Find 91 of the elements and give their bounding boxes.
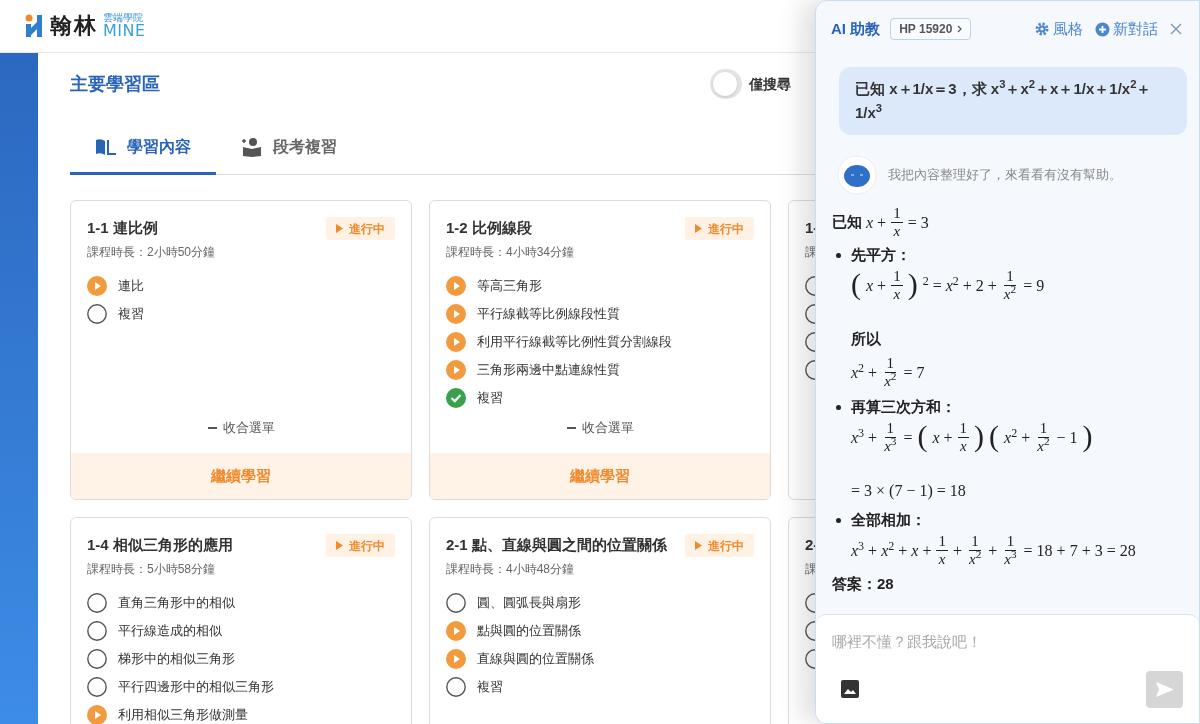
- bot-intro: 我把內容整理好了，來看看有沒有幫助。: [888, 166, 1122, 185]
- send-icon: [1155, 682, 1174, 697]
- bullet-icon: [836, 252, 841, 258]
- given-label: 已知: [832, 212, 862, 233]
- collapse-menu-button[interactable]: 收合選單: [207, 418, 275, 438]
- panel-title: AI 助教: [831, 18, 881, 39]
- empty-circle-icon: [87, 593, 107, 613]
- play-icon: [446, 649, 466, 669]
- lesson-item[interactable]: 連比: [118, 276, 144, 296]
- toggle-label: 僅搜尋: [749, 74, 791, 94]
- status-badge: 進行中: [326, 534, 395, 557]
- lesson-item[interactable]: 直角三角形中的相似: [118, 593, 235, 613]
- minus-icon: [207, 427, 217, 429]
- empty-circle-icon: [446, 677, 466, 697]
- empty-circle-icon: [87, 649, 107, 669]
- lesson-item[interactable]: 利用平行線截等比例性質分割線段: [477, 332, 672, 352]
- empty-circle-icon: [87, 304, 107, 324]
- play-icon: [336, 541, 343, 550]
- image-icon: [841, 680, 859, 698]
- play-icon: [695, 224, 702, 233]
- play-icon: [446, 304, 466, 324]
- tab[interactable]: 段考複習: [216, 122, 362, 175]
- card-title: 1-2 比例線段: [446, 218, 532, 239]
- course-duration: 課: [805, 244, 817, 260]
- course-duration: 課: [805, 561, 817, 577]
- settings-icon: [1035, 22, 1049, 36]
- empty-circle-icon: [87, 677, 107, 697]
- play-icon: [695, 541, 702, 550]
- image-upload-button[interactable]: [841, 680, 859, 698]
- play-icon: [446, 276, 466, 296]
- lesson-item[interactable]: 複習: [118, 304, 144, 324]
- card-title: 2-1 點、直線與圓之間的位置關係: [446, 535, 667, 556]
- step-text: 所以: [851, 330, 881, 347]
- lesson-item[interactable]: 平行四邊形中的相似三角形: [118, 677, 274, 697]
- play-icon: [87, 276, 107, 296]
- logo-icon: [25, 14, 43, 38]
- lesson-item[interactable]: 點與圓的位置關係: [477, 621, 581, 641]
- play-icon: [446, 332, 466, 352]
- answer-text: 答案：28: [832, 575, 894, 592]
- user-message: 已知 x＋1/x＝3，求 x$^{3}$＋x$^{2}$＋x＋1/x＋1/x$^{2}$＋1/x$^{3}$: [839, 67, 1187, 135]
- tab[interactable]: 學習內容: [70, 122, 216, 175]
- step-heading: 再算三次方和：: [851, 396, 956, 417]
- play-icon: [446, 360, 466, 380]
- course-duration: 課程時長：2小時50分鐘: [87, 244, 216, 260]
- minus-icon: [566, 427, 576, 429]
- bullet-icon: [836, 404, 841, 410]
- logo-tagline: 雲端學院: [103, 13, 144, 23]
- play-icon: [336, 224, 343, 233]
- status-badge: 進行中: [685, 534, 754, 557]
- person-reading-icon: [241, 137, 263, 157]
- new-chat-button[interactable]: 新對話: [1095, 17, 1158, 41]
- card-title: 1-1 連比例: [87, 218, 158, 239]
- lesson-item[interactable]: 平行線截等比例線段性質: [477, 304, 620, 324]
- lesson-item[interactable]: 複習: [477, 677, 503, 697]
- step-heading: 全部相加：: [851, 509, 926, 530]
- message-input-field[interactable]: 哪裡不懂？跟我說吧！: [832, 631, 1172, 653]
- empty-circle-icon: [87, 621, 107, 641]
- style-button[interactable]: 風格: [1035, 17, 1083, 41]
- close-icon: [1170, 23, 1182, 35]
- course-duration: 課程時長：5小時58分鐘: [87, 561, 216, 577]
- robot-avatar-icon: [836, 155, 878, 195]
- lesson-item[interactable]: 梯形中的相似三角形: [118, 649, 235, 669]
- empty-circle-icon: [446, 593, 466, 613]
- lesson-item[interactable]: 三角形兩邊中點連線性質: [477, 360, 620, 380]
- step-heading: 先平方：: [851, 244, 911, 265]
- lesson-item[interactable]: 直線與圓的位置關係: [477, 649, 594, 669]
- check-icon: [446, 388, 466, 408]
- lesson-item[interactable]: 圓、圓弧長與扇形: [477, 593, 581, 613]
- send-button[interactable]: [1146, 671, 1183, 708]
- toggle-switch[interactable]: [710, 69, 742, 99]
- logo-wordmark: 翰林: [50, 15, 98, 37]
- bullet-icon: [836, 517, 841, 523]
- lesson-item[interactable]: 利用相似三角形做測量: [118, 705, 248, 724]
- close-button[interactable]: [1170, 22, 1184, 36]
- status-badge: 進行中: [326, 217, 395, 240]
- points-chip[interactable]: HP 15920: [890, 18, 972, 40]
- math-formula: = 3 × (7 − 1) = 18: [851, 481, 966, 502]
- play-icon: [446, 621, 466, 641]
- course-duration: 課程時長：4小時34分鐘: [446, 244, 575, 260]
- section-title: 主要學習區: [70, 75, 160, 93]
- collapse-menu-button[interactable]: 收合選單: [566, 418, 634, 438]
- card-title: 1-4 相似三角形的應用: [87, 535, 233, 556]
- lesson-item[interactable]: 複習: [477, 388, 503, 408]
- lesson-item[interactable]: 平行線造成的相似: [118, 621, 222, 641]
- course-duration: 課程時長：4小時48分鐘: [446, 561, 575, 577]
- lesson-item[interactable]: 等高三角形: [477, 276, 542, 296]
- book-icon: [95, 138, 117, 156]
- status-badge: 進行中: [685, 217, 754, 240]
- chat-plus-icon: [1095, 21, 1110, 37]
- logo-brand: MINE: [103, 23, 146, 39]
- chevron-right-icon: [957, 25, 963, 33]
